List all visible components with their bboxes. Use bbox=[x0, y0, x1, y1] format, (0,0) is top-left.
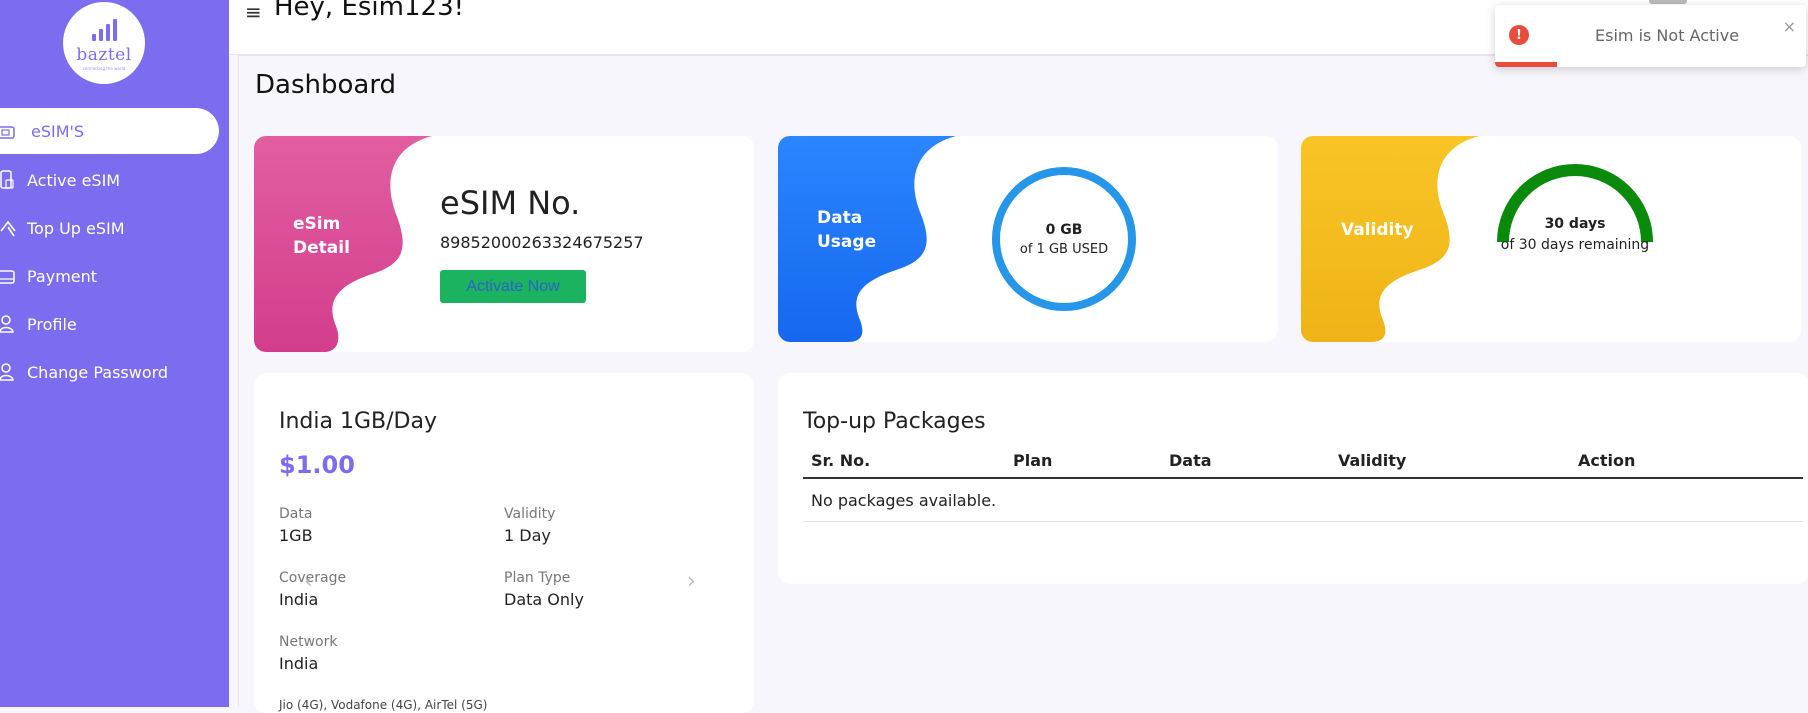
activate-now-button[interactable]: Activate Now bbox=[440, 270, 586, 303]
sim-card-icon bbox=[0, 122, 16, 142]
logo-text: baztel bbox=[76, 45, 132, 65]
data-usage-label-line1: Data bbox=[817, 208, 863, 228]
data-value: 1GB bbox=[279, 526, 313, 545]
brand-logo[interactable]: baztel connecting the world bbox=[63, 2, 145, 84]
esim-detail-label-line2: Detail bbox=[293, 238, 350, 258]
data-usage-card: Data Usage 0 GB of 1 GB USED bbox=[778, 136, 1278, 342]
carousel-next-arrow[interactable]: › bbox=[687, 569, 696, 594]
validity-card: Validity 30 days of 30 days remaining bbox=[1301, 136, 1801, 342]
validity-remaining-text: of 30 days remaining bbox=[1500, 237, 1650, 253]
close-icon[interactable]: × bbox=[1783, 17, 1796, 36]
toast-progress-bar bbox=[1495, 62, 1557, 67]
plan-price: $1.00 bbox=[279, 451, 355, 479]
arrow-up-icon bbox=[0, 218, 16, 238]
sidebar-item-label: Change Password bbox=[27, 362, 169, 382]
logo-tagline: connecting the world bbox=[82, 66, 126, 71]
table-row: No packages available. bbox=[803, 481, 1803, 522]
sidebar-item-esims[interactable]: eSIM'S bbox=[0, 108, 219, 154]
plan-name: India 1GB/Day bbox=[279, 409, 437, 434]
main-content: Dashboard eSim Detail eSIM No. 898520002… bbox=[238, 55, 1808, 713]
esim-detail-label: eSim Detail bbox=[293, 212, 350, 260]
data-label: Data bbox=[279, 506, 313, 522]
column-header-action: Action bbox=[1578, 451, 1636, 470]
plan-type-value: Data Only bbox=[504, 590, 584, 609]
data-usage-ring: 0 GB of 1 GB USED bbox=[990, 165, 1138, 313]
validity-days: 30 days bbox=[1544, 216, 1606, 232]
toast-message: Esim is Not Active bbox=[1595, 26, 1740, 45]
network-value: India bbox=[279, 654, 319, 673]
table-header: Sr. No. Plan Data Validity Action bbox=[803, 443, 1803, 479]
column-header-sr-no: Sr. No. bbox=[811, 451, 871, 470]
plan-card: India 1GB/Day $1.00 Data 1GB Validity 1 … bbox=[254, 373, 754, 713]
esim-number-title: eSIM No. bbox=[440, 184, 581, 222]
column-header-plan: Plan bbox=[1013, 451, 1053, 470]
carousel-prev-arrow[interactable]: ‹ bbox=[304, 569, 313, 594]
sidebar-nav: eSIM'S Active eSIM Top Up eSIM Payment P… bbox=[0, 108, 229, 396]
greeting-text: Hey, Esim123! bbox=[274, 0, 465, 22]
validity-label: Validity bbox=[1341, 220, 1414, 240]
validity-value: 1 Day bbox=[504, 526, 551, 545]
sidebar-item-label: Active eSIM bbox=[27, 170, 121, 190]
sidebar-item-change-password[interactable]: Change Password bbox=[0, 348, 229, 396]
esim-detail-blob bbox=[254, 136, 432, 352]
hamburger-menu-icon[interactable]: ≡ bbox=[245, 0, 262, 24]
column-header-validity: Validity bbox=[1338, 451, 1407, 470]
sidebar-item-label: Top Up eSIM bbox=[27, 218, 125, 238]
esim-detail-label-line1: eSim bbox=[293, 214, 341, 234]
sidebar-item-active-esim[interactable]: Active eSIM bbox=[0, 156, 229, 204]
sidebar-item-profile[interactable]: Profile bbox=[0, 300, 229, 348]
empty-table-message: No packages available. bbox=[811, 491, 997, 510]
avatar[interactable] bbox=[1649, 0, 1687, 4]
sidebar-item-payment[interactable]: Payment bbox=[0, 252, 229, 300]
sidebar-item-label: Profile bbox=[27, 314, 77, 334]
data-usage-label: Data Usage bbox=[817, 206, 876, 254]
error-icon: ! bbox=[1509, 25, 1529, 45]
topup-packages-card: Top-up Packages Sr. No. Plan Data Validi… bbox=[778, 373, 1808, 584]
topup-title: Top-up Packages bbox=[803, 409, 986, 434]
lock-user-icon bbox=[0, 362, 16, 382]
ring-text: 0 GB of 1 GB USED bbox=[990, 165, 1138, 313]
validity-label: Validity bbox=[504, 506, 556, 522]
validity-gauge bbox=[1495, 158, 1655, 248]
network-label: Network bbox=[279, 634, 338, 650]
page-title: Dashboard bbox=[255, 70, 397, 100]
mobile-icon bbox=[0, 170, 16, 190]
user-icon bbox=[0, 314, 16, 334]
sidebar-item-top-up-esim[interactable]: Top Up eSIM bbox=[0, 204, 229, 252]
esim-number-value: 89852000263324675257 bbox=[440, 233, 644, 252]
sidebar-item-label: eSIM'S bbox=[31, 121, 85, 141]
data-used-value: 0 GB bbox=[1045, 221, 1083, 238]
sidebar-item-label: Payment bbox=[27, 266, 98, 286]
esim-detail-card: eSim Detail eSIM No. 8985200026332467525… bbox=[254, 136, 754, 352]
signal-bars-icon bbox=[91, 19, 117, 41]
plan-type-label: Plan Type bbox=[504, 570, 571, 586]
data-usage-label-line2: Usage bbox=[817, 232, 877, 252]
data-usage-blob bbox=[778, 136, 956, 342]
network-list: Jio (4G), Vodafone (4G), AirTel (5G) bbox=[279, 698, 488, 712]
credit-card-icon bbox=[0, 266, 16, 286]
error-toast: ! Esim is Not Active × bbox=[1495, 5, 1806, 67]
sidebar: baztel connecting the world eSIM'S Activ… bbox=[0, 0, 229, 707]
data-used-of-text: of 1 GB USED bbox=[1019, 241, 1109, 257]
column-header-data: Data bbox=[1169, 451, 1212, 470]
